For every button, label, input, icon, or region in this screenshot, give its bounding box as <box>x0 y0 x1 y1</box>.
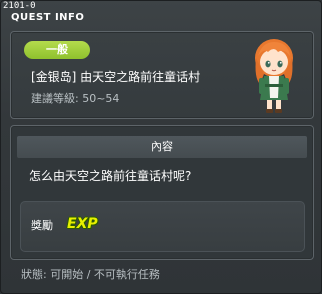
recommended-level: 建議等級: 50~54 <box>31 92 120 105</box>
window-title: QUEST INFO <box>11 12 85 23</box>
content-header: 內容 <box>17 136 307 158</box>
window-id-tag: 2101-0 <box>3 1 36 11</box>
quest-name: [金银岛] 由天空之路前往童话村 <box>31 70 201 84</box>
quest-status: 狀態: 可開始 / 不可執行任務 <box>21 268 160 281</box>
reward-label: 獎勵 <box>31 219 53 232</box>
quest-info-window: 2101-0 QUEST INFO 一般 [金银岛] 由天空之路前往童话村 建議… <box>0 0 322 294</box>
quest-content-panel: 內容 怎么由天空之路前往童话村呢? 獎勵 EXP <box>10 125 314 260</box>
content-text: 怎么由天空之路前往童话村呢? <box>29 169 192 183</box>
quest-summary-panel: 一般 [金银岛] 由天空之路前往童话村 建議等級: 50~54 <box>10 31 314 119</box>
reward-box: 獎勵 EXP <box>20 201 305 252</box>
exp-icon[interactable]: EXP <box>67 215 98 233</box>
npc-portrait-icon <box>255 39 293 113</box>
quest-type-badge: 一般 <box>24 41 90 59</box>
